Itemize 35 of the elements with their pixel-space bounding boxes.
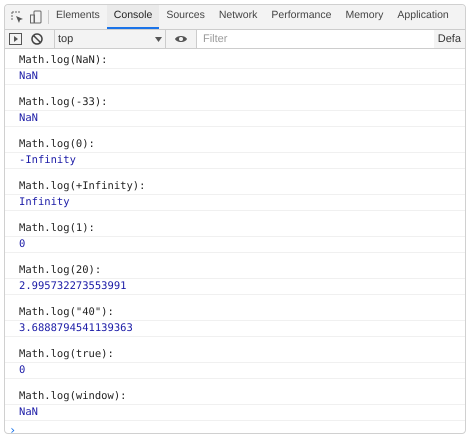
inspect-element-icon[interactable] <box>11 10 24 24</box>
panel-tab[interactable]: Sources <box>159 5 212 29</box>
log-levels-dropdown[interactable]: Defa <box>434 30 465 48</box>
context-select[interactable]: top <box>54 30 166 48</box>
log-value: 2.995732273553991 <box>19 278 126 294</box>
panel-tab[interactable]: Memory <box>338 5 390 29</box>
log-value: NaN <box>19 404 38 420</box>
filter-field[interactable]: Filter <box>196 30 434 48</box>
eye-icon[interactable] <box>174 34 188 44</box>
log-message: Math.log(window): <box>19 390 126 402</box>
clear-console-icon[interactable] <box>31 33 43 45</box>
sidebar-toggle-icon[interactable] <box>9 33 22 45</box>
log-message: Math.log(1): <box>19 222 95 234</box>
log-message: Math.log(-33): <box>19 96 108 108</box>
panel-tab[interactable]: Application <box>390 5 456 29</box>
log-value: 3.6888794541139363 <box>19 320 133 336</box>
panel-tab[interactable]: Performance <box>264 5 338 29</box>
log-value: 0 <box>19 362 26 378</box>
log-value: -Infinity <box>19 152 76 168</box>
log-message: Math.log(0): <box>19 138 95 150</box>
panel-tab[interactable]: Elements <box>49 5 107 29</box>
log-message: Math.log("40"): <box>19 306 114 318</box>
panel-tab[interactable]: Network <box>212 5 264 29</box>
log-message: Math.log(+Infinity): <box>19 180 146 192</box>
device-toolbar-icon[interactable] <box>30 10 42 24</box>
log-value: 0 <box>19 236 26 252</box>
panel-tab[interactable]: Console <box>106 5 160 29</box>
log-value: Infinity <box>19 194 70 210</box>
log-message: Math.log(NaN): <box>19 54 108 66</box>
log-value: NaN <box>19 110 38 126</box>
log-message: Math.log(20): <box>19 264 102 276</box>
dropdown-caret-icon <box>155 36 162 42</box>
log-message: Math.log(true): <box>19 348 114 360</box>
log-value: NaN <box>19 68 38 84</box>
console-prompt[interactable]: › <box>9 421 16 433</box>
